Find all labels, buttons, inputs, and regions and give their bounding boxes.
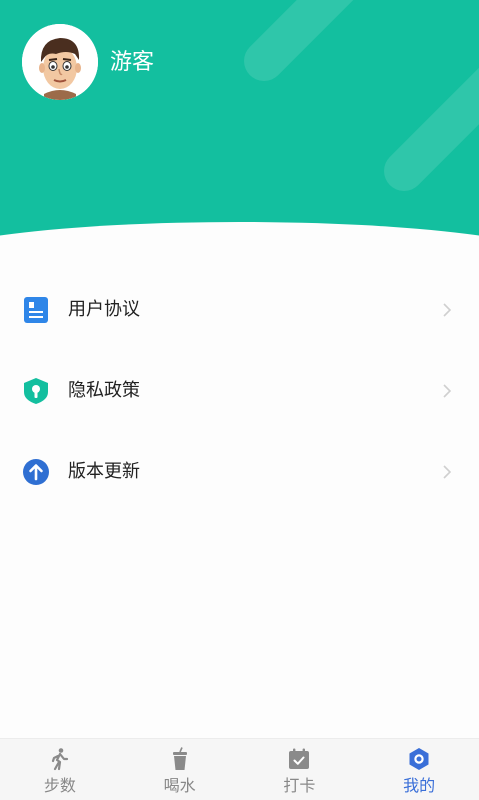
cup-icon xyxy=(172,747,187,770)
menu-item-privacy-policy[interactable]: 隐私政策 xyxy=(0,353,479,434)
menu-item-label: 隐私政策 xyxy=(68,380,140,401)
calendar-check-icon xyxy=(289,748,310,769)
tab-label: 步数 xyxy=(43,776,76,795)
avatar[interactable] xyxy=(22,24,98,100)
settings-menu: 用户协议 隐私政策 版本更新 xyxy=(0,272,479,515)
chevron-right-icon xyxy=(443,384,452,398)
username: 游客 xyxy=(110,50,155,75)
tab-label: 我的 xyxy=(403,776,436,795)
header-stripe-decoration xyxy=(235,0,385,90)
menu-item-label: 用户协议 xyxy=(68,299,140,320)
menu-item-version-update[interactable]: 版本更新 xyxy=(0,434,479,515)
upload-arrow-icon xyxy=(23,459,49,485)
header-stripe-decoration xyxy=(375,50,479,200)
bottom-tab-bar: 步数 喝水 打卡 我的 xyxy=(0,738,479,800)
chevron-right-icon xyxy=(443,303,452,317)
tab-drink-water[interactable]: 喝水 xyxy=(120,739,240,800)
shield-lock-icon xyxy=(24,378,48,404)
tab-label: 喝水 xyxy=(163,776,196,795)
chevron-right-icon xyxy=(443,465,452,479)
avatar-icon xyxy=(22,24,98,100)
tab-check-in[interactable]: 打卡 xyxy=(240,739,360,800)
document-icon xyxy=(24,297,48,323)
tab-mine[interactable]: 我的 xyxy=(359,739,479,800)
profile-header: 游客 xyxy=(0,0,479,255)
tab-steps[interactable]: 步数 xyxy=(0,739,120,800)
tab-label: 打卡 xyxy=(283,776,316,795)
hexagon-user-icon xyxy=(409,748,429,770)
walk-icon xyxy=(51,748,68,771)
menu-item-label: 版本更新 xyxy=(68,461,140,482)
header-curve xyxy=(0,222,479,255)
menu-item-user-agreement[interactable]: 用户协议 xyxy=(0,272,479,353)
